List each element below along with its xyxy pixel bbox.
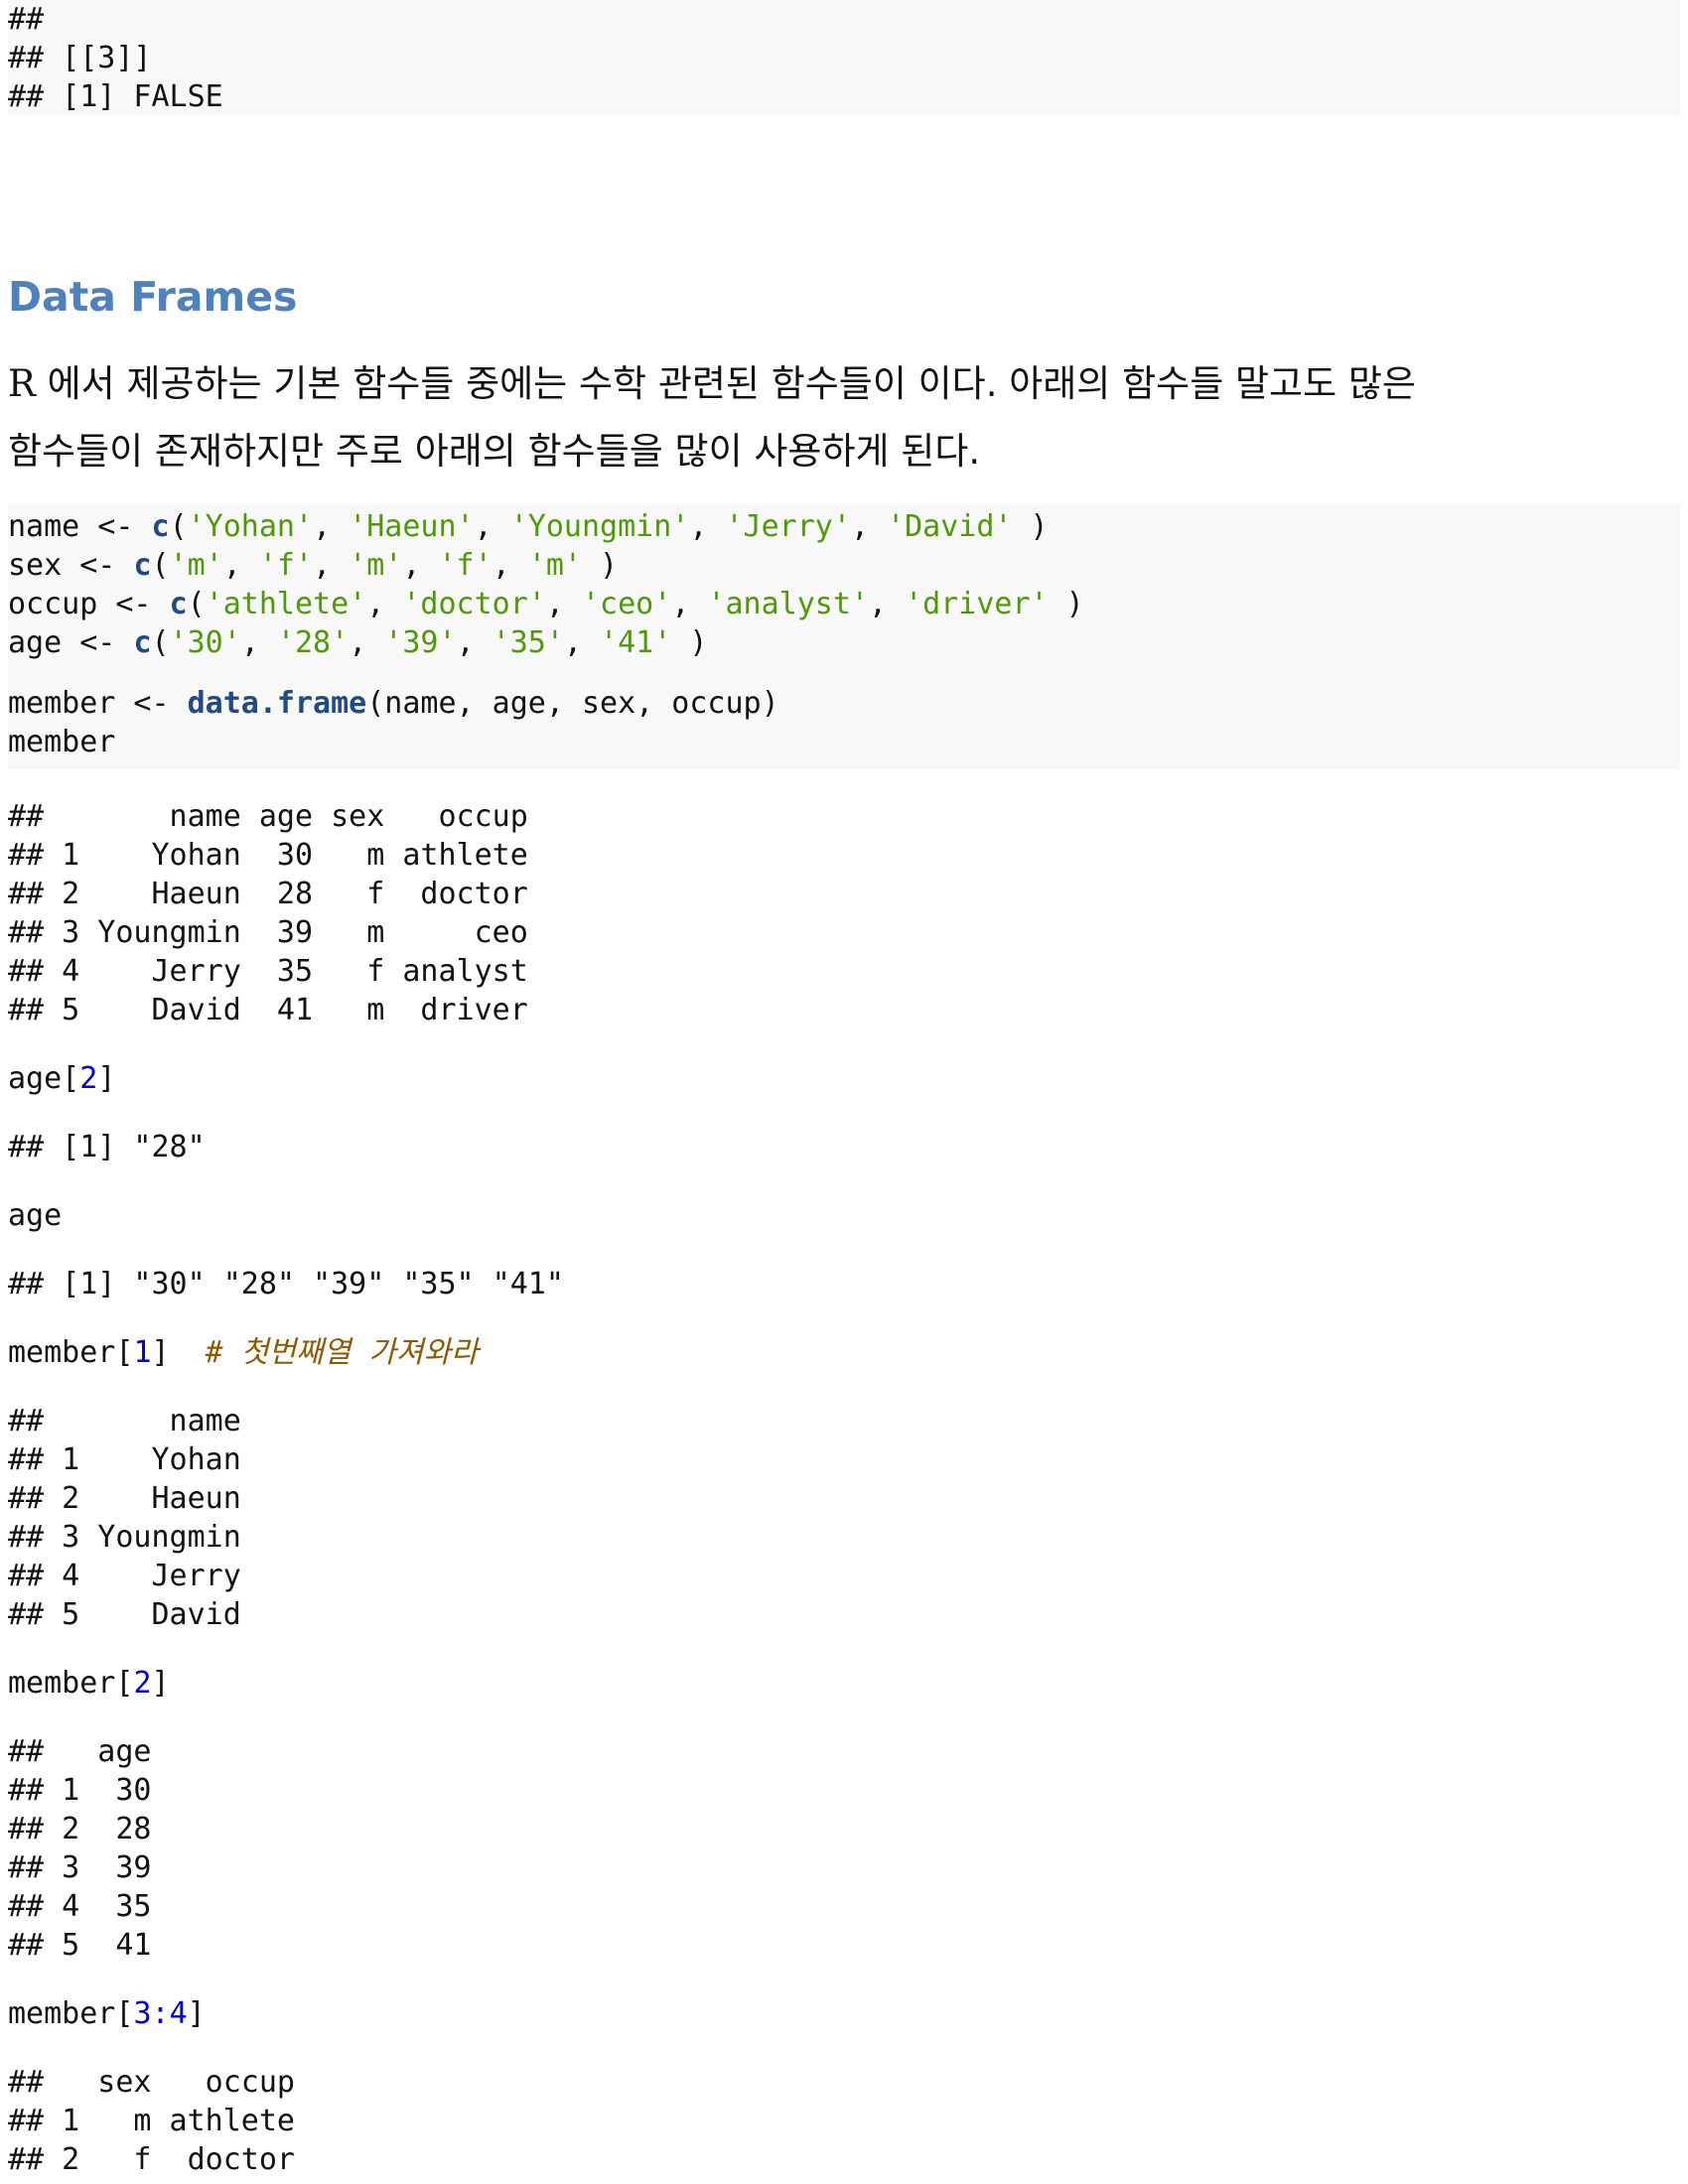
- output-line: ## 1 m athlete: [8, 2104, 295, 2138]
- code-line-member-2: member[2]: [8, 1666, 170, 1701]
- code-line-member-print: member: [8, 725, 116, 759]
- output-line: ## name age sex occup: [8, 799, 528, 834]
- output-line: ## 2 28: [8, 1812, 152, 1846]
- output-block-list: ## ## [[3]] ## [1] FALSE: [8, 0, 1680, 116]
- code-line-name: name <- c('Yohan', 'Haeun', 'Youngmin', …: [8, 509, 1049, 544]
- code-line-age: age <- c('30', '28', '39', '35', '41' ): [8, 625, 708, 660]
- output-member-1: ## name ## 1 Yohan ## 2 Haeun ## 3 Young…: [8, 1402, 1680, 1634]
- output-line: ## 2 Haeun 28 f doctor: [8, 877, 528, 911]
- output-line: ## 3 39: [8, 1850, 152, 1885]
- code-line-member-3-4: member[3:4]: [8, 1996, 206, 2031]
- output-member-3-4: ## sex occup ## 1 m athlete ## 2 f docto…: [8, 2063, 1680, 2179]
- output-member-2: ## age ## 1 30 ## 2 28 ## 3 39 ## 4 35 #…: [8, 1732, 1680, 1965]
- code-line-occup: occup <- c('athlete', 'doctor', 'ceo', '…: [8, 587, 1084, 621]
- output-line: ## 1 Yohan 30 m athlete: [8, 838, 528, 873]
- output-line: ## 3 Youngmin 39 m ceo: [8, 915, 528, 950]
- output-line: ## 3 Youngmin: [8, 1520, 241, 1555]
- section-title: Data Frames: [8, 273, 298, 321]
- intro-lead: R: [8, 362, 36, 405]
- output-line: ## 4 Jerry: [8, 1559, 241, 1593]
- output-line: ## [1] FALSE: [8, 79, 223, 114]
- output-line: ## 1 Yohan: [8, 1442, 241, 1477]
- output-line: ## 5 David: [8, 1597, 241, 1632]
- output-age: ## [1] "30" "28" "39" "35" "41": [8, 1267, 564, 1301]
- intro-text-line1: 에서 제공하는 기본 함수들 중에는 수학 관련된 함수들이 이다. 아래의 함…: [35, 362, 1416, 405]
- code-line-member-1: member[1] # 첫번째열 가져와라: [8, 1335, 479, 1370]
- output-line: ## 2 f doctor: [8, 2142, 295, 2177]
- output-line: ## 5 David 41 m driver: [8, 993, 528, 1027]
- code-line-age-index: age[2]: [8, 1061, 116, 1096]
- code-line-sex: sex <- c('m', 'f', 'm', 'f', 'm' ): [8, 548, 619, 583]
- output-member: ## name age sex occup ## 1 Yohan 30 m at…: [8, 797, 1680, 1029]
- code-comment: # 첫번째열 가져와라: [169, 1335, 479, 1370]
- output-line: ## name: [8, 1404, 241, 1438]
- output-line: ## 4 35: [8, 1889, 152, 1924]
- output-line: ## 2 Haeun: [8, 1481, 241, 1516]
- code-block-dataframe: name <- c('Yohan', 'Haeun', 'Youngmin', …: [8, 503, 1680, 769]
- output-line: ## 5 41: [8, 1928, 152, 1963]
- output-line: ## 1 30: [8, 1773, 152, 1808]
- output-line: ## 4 Jerry 35 f analyst: [8, 954, 528, 989]
- output-line: ## age: [8, 1734, 152, 1769]
- output-line: ## [[3]]: [8, 41, 152, 75]
- intro-paragraph: R 에서 제공하는 기본 함수들 중에는 수학 관련된 함수들이 이다. 아래의…: [8, 350, 1597, 485]
- intro-text-line2: 함수들이 존재하지만 주로 아래의 함수들을 많이 사용하게 된다.: [8, 430, 981, 473]
- output-line: ##: [8, 2, 45, 37]
- document-page: ## ## [[3]] ## [1] FALSE Data Frames R 에…: [0, 0, 1688, 2184]
- output-line: ## sex occup: [8, 2065, 295, 2100]
- output-age-index: ## [1] "28": [8, 1130, 206, 1164]
- code-line-age: age: [8, 1198, 63, 1233]
- code-line-member-assign: member <- data.frame(name, age, sex, occ…: [8, 686, 779, 721]
